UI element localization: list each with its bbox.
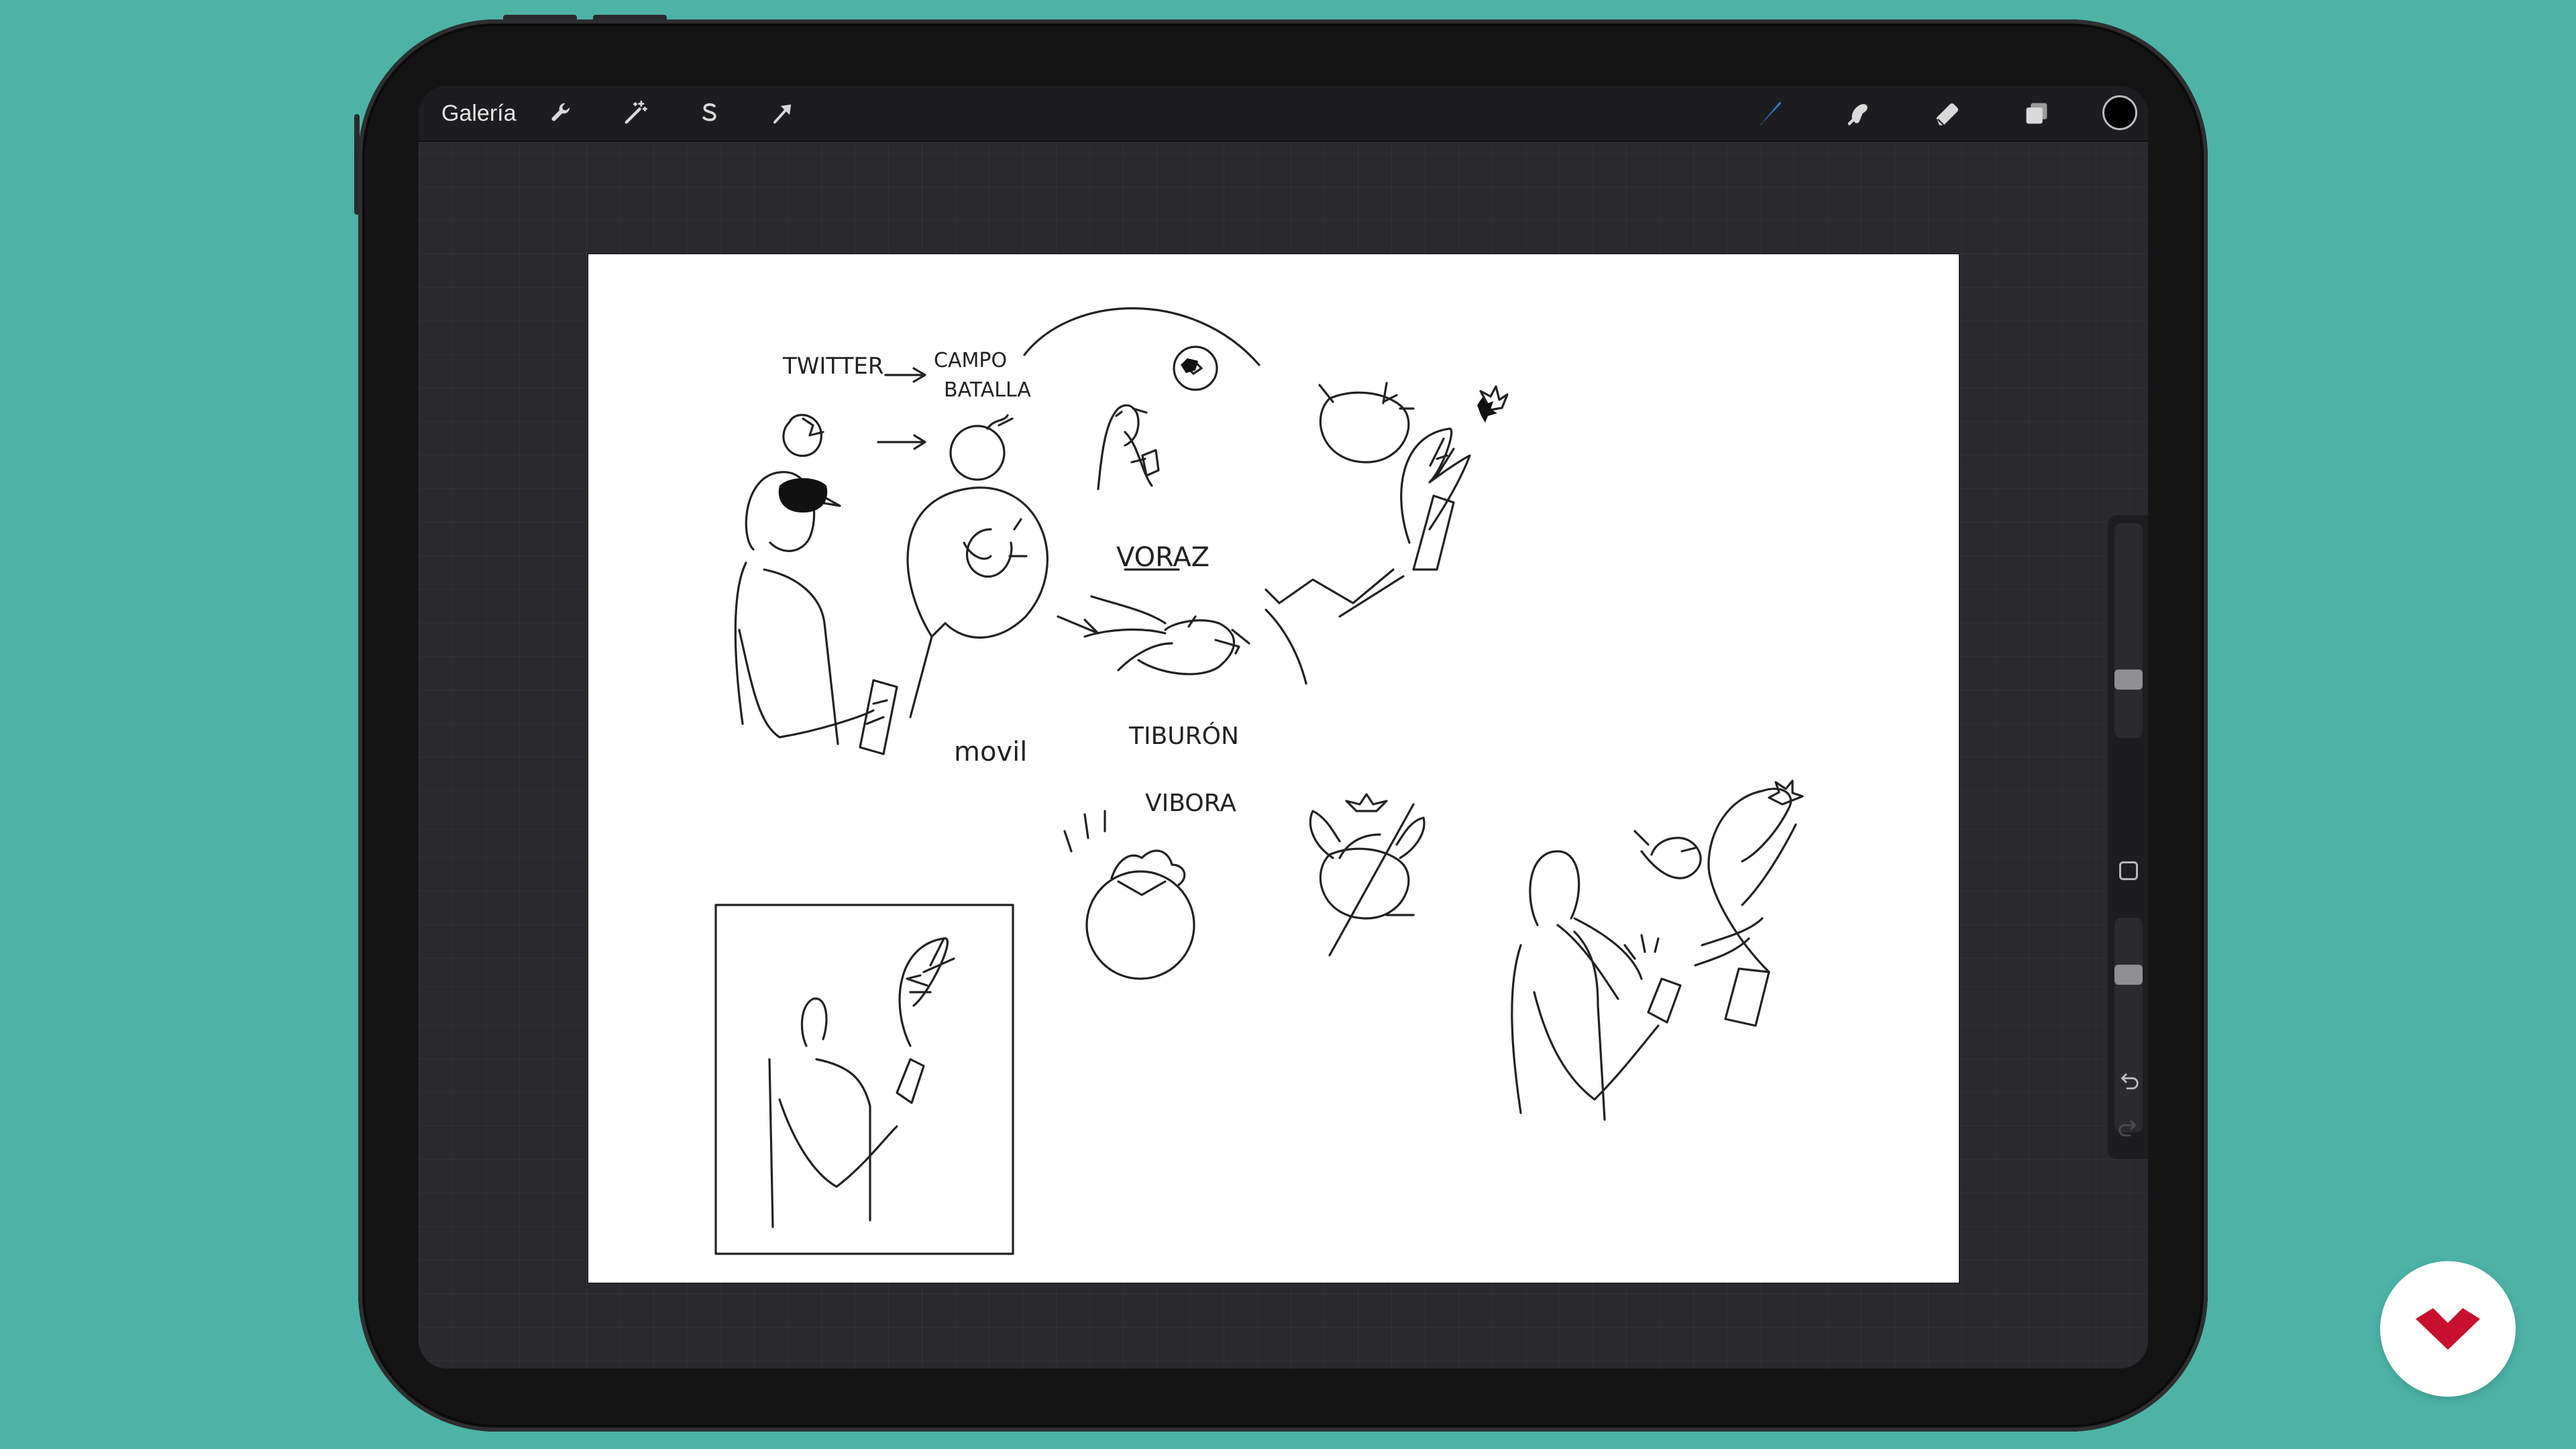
brush-icon[interactable] xyxy=(1752,96,1786,131)
redo-icon[interactable] xyxy=(2116,1116,2141,1142)
undo-icon[interactable] xyxy=(2116,1069,2141,1095)
opacity-slider[interactable] xyxy=(2114,918,2143,1132)
arrow-transform-icon[interactable] xyxy=(765,96,800,131)
label-campo: CAMPO xyxy=(934,349,1007,372)
label-voraz: VORAZ xyxy=(1116,542,1210,573)
wrench-icon[interactable] xyxy=(543,96,578,131)
eraser-icon[interactable] xyxy=(1929,96,1964,131)
brand-logo-mark-icon xyxy=(2416,1308,2480,1350)
sketch-drawing: TWITTER CAMPO BATALLA VORAZ movil TIBURÓ… xyxy=(714,307,1804,1255)
smudge-icon[interactable] xyxy=(1841,96,1876,131)
brush-size-thumb[interactable] xyxy=(2114,669,2143,690)
label-twitter: TWITTER xyxy=(782,353,883,380)
label-tiburon: TIBURÓN xyxy=(1128,722,1239,750)
brush-size-slider[interactable] xyxy=(2114,523,2143,738)
magic-wand-icon[interactable] xyxy=(618,96,653,131)
side-toolbar xyxy=(2108,515,2148,1159)
drawing-canvas[interactable]: TWITTER CAMPO BATALLA VORAZ movil TIBURÓ… xyxy=(588,254,1959,1283)
gallery-button[interactable]: Galería xyxy=(441,98,517,129)
modify-square-icon[interactable] xyxy=(2119,861,2138,880)
opacity-thumb[interactable] xyxy=(2114,965,2143,985)
label-batalla: BATALLA xyxy=(944,378,1031,402)
label-vibora: VIBORA xyxy=(1145,790,1236,817)
selection-s-icon[interactable] xyxy=(692,96,727,131)
top-toolbar: Galería xyxy=(419,86,2148,142)
layers-icon[interactable] xyxy=(2019,96,2054,131)
color-picker-button[interactable] xyxy=(2102,95,2137,130)
label-movil: movil xyxy=(954,737,1027,767)
procreate-screen: Galería TWITTER CAMPO BATALLA VORAZ movi… xyxy=(419,86,2148,1368)
brand-logo xyxy=(2380,1261,2516,1397)
